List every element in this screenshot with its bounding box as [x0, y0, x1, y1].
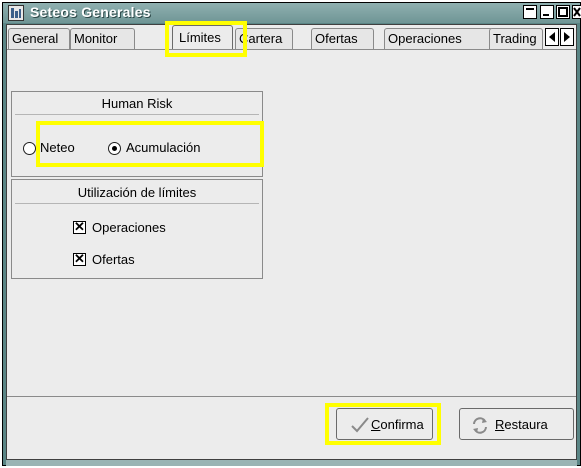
title-bar[interactable]: Seteos Generales [3, 3, 581, 23]
checkbox-ofertas-label: Ofertas [92, 252, 135, 267]
radio-acumulacion-label: Acumulación [126, 140, 201, 155]
window-bottom-bar [6, 460, 577, 466]
window-title: Seteos Generales [30, 4, 151, 20]
tab-label: Trading [493, 31, 537, 46]
tab-operaciones[interactable]: Operaciones [384, 28, 493, 49]
maximize-icon [558, 7, 568, 17]
app-icon [8, 5, 24, 21]
confirma-label-rest: onfirma [380, 417, 424, 432]
tab-label: Ofertas [315, 31, 358, 46]
tab-scroll-left-button[interactable] [545, 28, 559, 46]
arrow-right-icon [564, 32, 570, 42]
tab-label: Límites [179, 30, 221, 45]
checkbox-operaciones-label: Operaciones [92, 220, 166, 235]
radio-neteo-label: Neteo [40, 140, 75, 155]
tab-general[interactable]: General [8, 28, 70, 49]
tab-bar: General Monitor Límites Cartera Ofertas … [7, 25, 576, 50]
tab-scroll-right-button[interactable] [560, 28, 574, 46]
tab-monitor[interactable]: Monitor [70, 28, 135, 49]
dialog-content: General Monitor Límites Cartera Ofertas … [6, 21, 577, 460]
restaura-label-rest: estaura [504, 417, 548, 432]
confirma-button[interactable]: Confirma [336, 408, 433, 440]
minimize-window-button[interactable] [540, 5, 554, 19]
tab-limites[interactable]: Límites [172, 25, 233, 50]
restaura-mnemonic: R [495, 417, 505, 432]
radio-acumulacion[interactable] [108, 142, 121, 155]
utilizacion-limites-panel: Utilización de límites ✕ Operaciones ✕ O… [11, 179, 263, 279]
restaura-label: Restaura [495, 417, 548, 432]
tab-label: Monitor [74, 31, 118, 46]
minimize-icon [543, 14, 549, 16]
confirma-mnemonic: C [371, 417, 381, 432]
close-window-button[interactable] [572, 5, 581, 19]
tab-cartera[interactable]: Cartera [235, 28, 293, 49]
close-icon [573, 7, 581, 17]
arrow-left-icon [549, 32, 555, 42]
checkbox-ofertas[interactable]: ✕ [73, 252, 86, 266]
footer-divider [7, 396, 576, 397]
restore-window-button[interactable] [523, 5, 537, 19]
tab-label: Operaciones [388, 31, 462, 46]
checkmark-icon [351, 417, 369, 433]
radio-neteo[interactable] [23, 142, 36, 155]
restore-icon [526, 8, 534, 10]
panel-divider [15, 114, 259, 115]
tab-underline [7, 49, 576, 50]
restaura-button[interactable]: Restaura [459, 408, 574, 440]
settings-window: Seteos Generales General Monitor Límites… [2, 2, 581, 466]
panel-divider [15, 203, 259, 204]
maximize-window-button[interactable] [556, 5, 570, 19]
tab-trading[interactable]: Trading [489, 28, 543, 49]
human-risk-title: Human Risk [101, 96, 173, 111]
undo-arrows-icon [473, 417, 487, 434]
human-risk-panel: Human Risk Neteo Acumulación [11, 91, 263, 177]
tab-ofertas[interactable]: Ofertas [311, 28, 374, 49]
tab-label: General [12, 31, 59, 46]
tab-label: Cartera [239, 31, 283, 46]
checkbox-operaciones[interactable]: ✕ [73, 220, 86, 234]
utilizacion-limites-title: Utilización de límites [77, 185, 197, 200]
confirma-label: Confirma [371, 417, 424, 432]
